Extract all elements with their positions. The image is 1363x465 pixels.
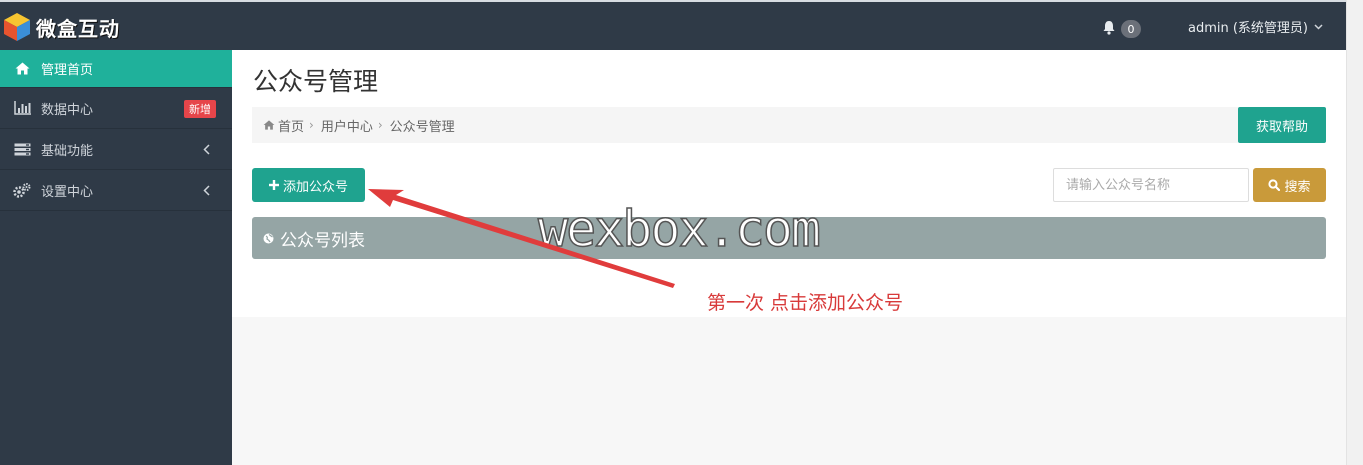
chevron-right-icon: › <box>309 118 314 132</box>
search-label: 搜索 <box>1284 179 1311 195</box>
search-button[interactable]: 搜索 <box>1253 168 1326 202</box>
get-help-button[interactable]: 获取帮助 <box>1238 107 1326 143</box>
search-input[interactable] <box>1053 168 1249 202</box>
chevron-down-icon <box>1314 23 1323 30</box>
user-label: admin (系统管理员) <box>1188 21 1309 36</box>
breadcrumb-current: 公众号管理 <box>389 119 455 135</box>
add-account-button[interactable]: 添加公众号 <box>252 168 365 202</box>
content-background <box>232 317 1346 465</box>
plus-icon <box>268 180 279 190</box>
annotation-arrow <box>368 189 675 288</box>
user-menu[interactable]: admin (系统管理员) <box>1188 17 1323 36</box>
top-navbar: 微盒互动 0 admin (系统管理员) <box>0 0 1363 50</box>
gears-icon <box>13 182 31 198</box>
page-title: 公众号管理 <box>253 67 379 96</box>
annotation-text: 第一次 点击添加公众号 <box>707 292 904 314</box>
breadcrumb-label: 首页 <box>278 119 305 135</box>
bar-chart-icon <box>13 100 31 116</box>
panel-title: 公众号列表 <box>280 230 365 251</box>
sidebar-item-label: 数据中心 <box>41 102 94 118</box>
breadcrumb-user-center[interactable]: 用户中心 <box>321 116 373 135</box>
scrollbar[interactable] <box>1346 0 1363 465</box>
sidebar-item-data-center[interactable]: 数据中心 新增 <box>0 88 232 129</box>
logo-text: 微盒互动 <box>36 16 120 41</box>
sidebar-item-settings[interactable]: 设置中心 <box>0 170 232 211</box>
chevron-left-icon <box>200 182 212 198</box>
sidebar: 管理首页 数据中心 新增 基础功能 设置中心 <box>0 50 232 465</box>
sidebar-item-basic-functions[interactable]: 基础功能 <box>0 129 232 170</box>
bell-icon[interactable] <box>1101 18 1117 36</box>
sidebar-item-label: 管理首页 <box>41 63 94 78</box>
server-icon <box>13 141 31 157</box>
search-icon <box>1268 179 1281 191</box>
sidebar-item-label: 基础功能 <box>41 143 94 159</box>
add-account-label: 添加公众号 <box>282 179 348 195</box>
logo[interactable]: 微盒互动 <box>2 10 120 44</box>
home-icon <box>13 61 31 77</box>
breadcrumb: 首页 › 用户中心 › 公众号管理 <box>252 107 1238 143</box>
home-icon <box>263 120 275 130</box>
new-badge: 新增 <box>184 100 216 118</box>
breadcrumb-home[interactable]: 首页 <box>263 116 304 135</box>
globe-icon <box>263 233 274 243</box>
sidebar-item-home[interactable]: 管理首页 <box>0 50 232 88</box>
chevron-right-icon: › <box>377 118 383 132</box>
sidebar-item-label: 设置中心 <box>41 184 94 200</box>
notification-count-badge[interactable]: 0 <box>1121 20 1141 38</box>
chevron-left-icon <box>200 141 212 157</box>
cube-logo-icon <box>4 13 30 41</box>
